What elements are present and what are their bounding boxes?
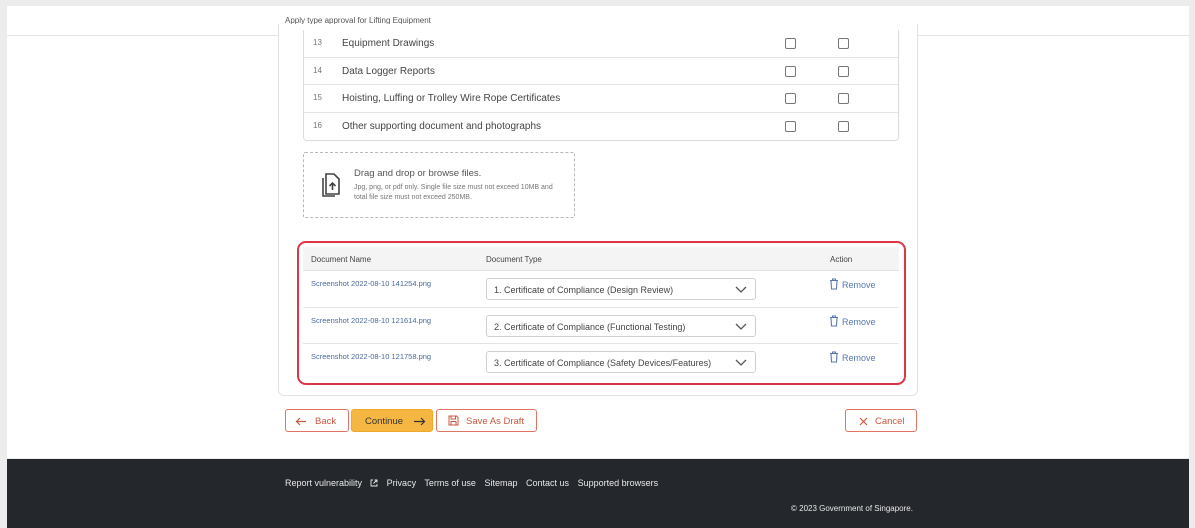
- document-name-link[interactable]: Screenshot 2022-08-10 121614.png: [311, 316, 431, 325]
- row-number: 14: [313, 65, 322, 75]
- copyright-text: © 2023 Government of Singapore.: [791, 504, 913, 513]
- remove-label: Remove: [842, 316, 876, 327]
- document-type-select[interactable]: 3. Certificate of Compliance (Safety Dev…: [486, 351, 756, 373]
- back-button[interactable]: Back: [285, 409, 349, 432]
- requirements-table: 13 Equipment Drawings 14 Data Logger Rep…: [303, 30, 899, 141]
- footer-link-terms[interactable]: Terms of use: [424, 478, 476, 488]
- remove-button[interactable]: Remove: [829, 314, 876, 327]
- cancel-button[interactable]: Cancel: [845, 409, 917, 432]
- checkbox[interactable]: [838, 93, 849, 104]
- uploaded-documents-table: Document Name Document Type Action Scree…: [303, 247, 899, 379]
- arrow-right-icon: [414, 417, 426, 426]
- table-row: Screenshot 2022-08-10 121758.png 3. Cert…: [303, 344, 899, 381]
- document-type-select[interactable]: 2. Certificate of Compliance (Functional…: [486, 314, 756, 337]
- table-row: Screenshot 2022-08-10 121614.png 2. Cert…: [303, 308, 899, 344]
- checkbox[interactable]: [785, 120, 796, 132]
- checkbox[interactable]: [785, 38, 796, 49]
- file-upload-icon: [322, 173, 340, 197]
- footer-links: Report vulnerability Privacy Terms of us…: [285, 478, 664, 488]
- remove-label: Remove: [842, 353, 876, 363]
- document-type-value: 3. Certificate of Compliance (Safety Dev…: [494, 358, 712, 368]
- remove-button[interactable]: Remove: [829, 278, 876, 290]
- table-row: 15 Hoisting, Luffing or Trolley Wire Rop…: [304, 85, 898, 113]
- row-label: Other supporting document and photograph…: [342, 120, 542, 132]
- row-label: Equipment Drawings: [342, 38, 435, 49]
- chevron-down-icon: [735, 286, 747, 293]
- save-icon: [448, 415, 459, 426]
- checkbox[interactable]: [838, 38, 849, 49]
- document-name-link[interactable]: Screenshot 2022-08-10 121758.png: [311, 352, 431, 361]
- continue-button[interactable]: Continue: [351, 409, 433, 432]
- table-header: Document Name Document Type Action: [303, 247, 899, 271]
- document-name-link[interactable]: Screenshot 2022-08-10 141254.png: [311, 279, 431, 288]
- chevron-down-icon: [735, 359, 747, 366]
- continue-label: Continue: [365, 416, 404, 427]
- document-type-select[interactable]: 1. Certificate of Compliance (Design Rev…: [486, 278, 756, 300]
- checkbox[interactable]: [785, 65, 796, 77]
- footer-link-sitemap[interactable]: Sitemap: [484, 478, 517, 488]
- document-type-value: 2. Certificate of Compliance (Functional…: [494, 321, 686, 332]
- row-number: 15: [313, 93, 322, 102]
- checkbox[interactable]: [838, 65, 849, 77]
- save-draft-button[interactable]: Save As Draft: [436, 409, 537, 432]
- back-label: Back: [315, 416, 337, 427]
- uploaded-documents-highlight: Document Name Document Type Action Scree…: [297, 241, 906, 385]
- footer-link-contact[interactable]: Contact us: [526, 478, 569, 488]
- chevron-down-icon: [735, 323, 747, 330]
- trash-icon: [830, 351, 838, 363]
- row-label: Data Logger Reports: [342, 65, 435, 77]
- table-row: 16 Other supporting document and photogr…: [304, 113, 898, 141]
- column-header-document-name: Document Name: [311, 255, 372, 264]
- close-icon: [859, 417, 868, 426]
- trash-icon: [830, 278, 838, 290]
- file-dropzone[interactable]: Drag and drop or browse files. Jpg, png,…: [303, 152, 575, 218]
- column-header-document-type: Document Type: [486, 255, 542, 264]
- footer-link-report-vulnerability[interactable]: Report vulnerability: [285, 478, 378, 488]
- table-row: 14 Data Logger Reports: [304, 58, 898, 85]
- trash-icon: [830, 314, 838, 327]
- external-link-icon: [370, 479, 378, 487]
- remove-button[interactable]: Remove: [829, 351, 876, 363]
- remove-label: Remove: [842, 280, 876, 290]
- save-draft-label: Save As Draft: [466, 416, 525, 427]
- checkbox[interactable]: [838, 120, 849, 132]
- document-type-value: 1. Certificate of Compliance (Design Rev…: [494, 285, 674, 295]
- cancel-label: Cancel: [875, 416, 905, 427]
- row-number: 16: [313, 120, 322, 130]
- row-number: 13: [313, 38, 322, 47]
- site-footer: Report vulnerability Privacy Terms of us…: [7, 459, 1189, 528]
- footer-link-privacy[interactable]: Privacy: [387, 478, 417, 488]
- arrow-left-icon: [295, 417, 306, 426]
- row-label: Hoisting, Luffing or Trolley Wire Rope C…: [342, 93, 561, 104]
- table-row: 13 Equipment Drawings: [304, 30, 898, 58]
- footer-link-supported-browsers[interactable]: Supported browsers: [578, 478, 659, 488]
- column-header-action: Action: [830, 255, 853, 264]
- checkbox[interactable]: [785, 93, 796, 104]
- table-row: Screenshot 2022-08-10 141254.png 1. Cert…: [303, 271, 899, 308]
- dropzone-title: Drag and drop or browse files.: [354, 168, 482, 179]
- dropzone-hint: Jpg, png, or pdf only. Single file size …: [354, 184, 553, 201]
